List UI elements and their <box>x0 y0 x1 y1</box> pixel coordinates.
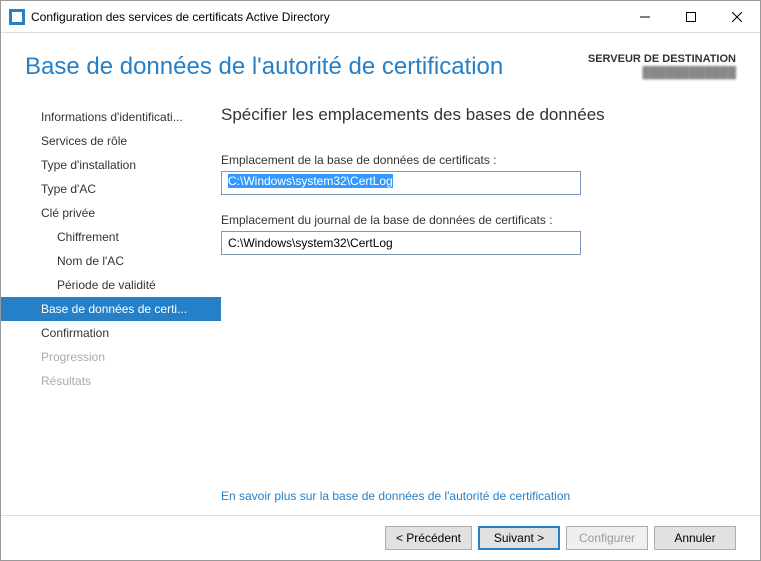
previous-button[interactable]: < Précédent <box>385 526 472 550</box>
nav-validity-period[interactable]: Période de validité <box>1 273 221 297</box>
db-location-input[interactable]: C:\Windows\system32\CertLog <box>221 171 581 195</box>
nav-confirmation[interactable]: Confirmation <box>1 321 221 345</box>
log-location-input[interactable] <box>221 231 581 255</box>
close-icon <box>732 12 742 22</box>
minimize-button[interactable] <box>622 1 668 33</box>
close-button[interactable] <box>714 1 760 33</box>
window-title: Configuration des services de certificat… <box>31 10 622 24</box>
next-button[interactable]: Suivant > <box>478 526 560 550</box>
nav-ca-type[interactable]: Type d'AC <box>1 177 221 201</box>
nav-ca-name[interactable]: Nom de l'AC <box>1 249 221 273</box>
header-left: Base de données de l'autorité de certifi… <box>25 53 588 81</box>
log-location-label: Emplacement du journal de la base de don… <box>221 213 736 227</box>
nav-progress: Progression <box>1 345 221 369</box>
minimize-icon <box>640 12 650 22</box>
window-controls <box>622 1 760 33</box>
main-content: Spécifier les emplacements des bases de … <box>221 105 760 515</box>
nav-setup-type[interactable]: Type d'installation <box>1 153 221 177</box>
learn-more-link[interactable]: En savoir plus sur la base de données de… <box>221 489 736 503</box>
maximize-icon <box>686 12 696 22</box>
page-title: Base de données de l'autorité de certifi… <box>25 53 588 81</box>
header: Base de données de l'autorité de certifi… <box>1 33 760 93</box>
cancel-button[interactable]: Annuler <box>654 526 736 550</box>
maximize-button[interactable] <box>668 1 714 33</box>
footer: < Précédent Suivant > Configurer Annuler <box>1 515 760 560</box>
db-location-value: C:\Windows\system32\CertLog <box>228 174 393 188</box>
nav-results: Résultats <box>1 369 221 393</box>
db-location-block: Emplacement de la base de données de cer… <box>221 153 736 195</box>
log-location-block: Emplacement du journal de la base de don… <box>221 213 736 255</box>
db-location-label: Emplacement de la base de données de cer… <box>221 153 736 167</box>
nav-private-key[interactable]: Clé privée <box>1 201 221 225</box>
destination-server: ████████████ <box>588 67 736 79</box>
nav-cryptography[interactable]: Chiffrement <box>1 225 221 249</box>
main-heading: Spécifier les emplacements des bases de … <box>221 105 736 125</box>
destination-label: SERVEUR DE DESTINATION <box>588 53 736 65</box>
nav-role-services[interactable]: Services de rôle <box>1 129 221 153</box>
app-icon <box>9 9 25 25</box>
header-right: SERVEUR DE DESTINATION ████████████ <box>588 53 736 79</box>
configure-button: Configurer <box>566 526 648 550</box>
titlebar: Configuration des services de certificat… <box>1 1 760 33</box>
body: Informations d'identificati... Services … <box>1 93 760 515</box>
nav-credentials[interactable]: Informations d'identificati... <box>1 105 221 129</box>
sidebar: Informations d'identificati... Services … <box>1 105 221 515</box>
nav-ca-database[interactable]: Base de données de certi... <box>1 297 221 321</box>
